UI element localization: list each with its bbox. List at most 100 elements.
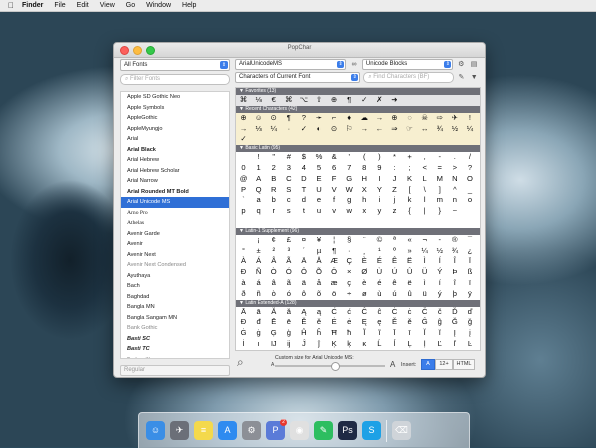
character-cell[interactable]: É xyxy=(372,256,387,267)
link-icon[interactable]: ∞ xyxy=(349,60,359,69)
character-cell[interactable]: ë xyxy=(402,278,417,289)
character-cell[interactable]: ` xyxy=(236,195,251,206)
font-list-item[interactable]: AppleMyungjo xyxy=(121,124,229,135)
character-cell[interactable]: Ķ xyxy=(327,339,342,350)
character-cell[interactable]: ☺ xyxy=(251,113,266,124)
character-cell[interactable]: ø xyxy=(357,289,372,300)
character-cell[interactable]: Q xyxy=(251,185,266,196)
font-list-item[interactable]: Bank Gothic xyxy=(121,323,229,334)
character-cell[interactable]: ➜ xyxy=(387,95,402,106)
font-list-item[interactable]: Basti TC xyxy=(121,344,229,355)
character-cell[interactable]: Ã xyxy=(281,256,296,267)
character-cell[interactable]: Ñ xyxy=(251,267,266,278)
font-list-item[interactable]: Arial Unicode MS xyxy=(121,197,229,208)
view-select[interactable]: Characters of Current Font ⇕ xyxy=(235,71,361,83)
font-list-item[interactable]: Baskerville xyxy=(121,355,229,359)
character-cell[interactable]: ĵ xyxy=(311,339,326,350)
character-cell[interactable]: İ xyxy=(236,339,251,350)
size-slider[interactable] xyxy=(275,362,385,371)
character-cell[interactable]: Î xyxy=(447,256,462,267)
character-cell[interactable]: w xyxy=(342,206,357,217)
character-cell[interactable]: Ĺ xyxy=(372,339,387,350)
character-cell[interactable]: ? xyxy=(296,113,311,124)
font-list-item[interactable]: Arial Black xyxy=(121,145,229,156)
character-cell[interactable]: L xyxy=(417,174,432,185)
character-cell[interactable]: Ă xyxy=(266,307,281,318)
menu-help[interactable]: Help xyxy=(182,2,196,9)
character-cell[interactable]: » xyxy=(402,246,417,257)
font-list-item[interactable]: Basti SC xyxy=(121,334,229,345)
character-cell[interactable]: ĸ xyxy=(357,339,372,350)
character-cell[interactable]: G xyxy=(342,174,357,185)
character-cell[interactable]: f xyxy=(327,195,342,206)
character-cell[interactable] xyxy=(251,134,266,145)
character-cell[interactable]: ÿ xyxy=(462,289,477,300)
character-cell[interactable]: y xyxy=(372,206,387,217)
character-cell[interactable]: ð xyxy=(236,289,251,300)
character-cell[interactable]: ī xyxy=(402,328,417,339)
menu-edit[interactable]: Edit xyxy=(77,2,89,9)
character-cell[interactable] xyxy=(402,95,417,106)
character-cell[interactable]: Ħ xyxy=(327,328,342,339)
character-cell[interactable]: & xyxy=(327,152,342,163)
character-cell[interactable]: € xyxy=(266,95,281,106)
font-list-item[interactable]: Arial Hebrew Scholar xyxy=(121,166,229,177)
character-cell[interactable] xyxy=(296,134,311,145)
character-cell[interactable]: Ý xyxy=(432,267,447,278)
character-cell[interactable]: X xyxy=(357,185,372,196)
character-cell[interactable]: · xyxy=(342,246,357,257)
character-cell[interactable]: S xyxy=(281,185,296,196)
character-cell[interactable]: c xyxy=(281,195,296,206)
font-list-item[interactable]: Avenir Garde xyxy=(121,229,229,240)
character-cell[interactable]: ĥ xyxy=(311,328,326,339)
section-header[interactable]: ▼ Recent Characters (42) xyxy=(236,105,480,113)
character-cell[interactable]: Ī xyxy=(387,328,402,339)
character-cell[interactable]: ¼ xyxy=(417,246,432,257)
character-cell[interactable]: į xyxy=(462,328,477,339)
character-cell[interactable]: / xyxy=(462,152,477,163)
character-cell[interactable]: → xyxy=(357,124,372,135)
character-cell[interactable]: ¡ xyxy=(251,235,266,246)
filter-icon[interactable]: ▼ xyxy=(469,73,479,82)
character-cell[interactable]: ☠ xyxy=(417,113,432,124)
character-cell[interactable]: Ĝ xyxy=(417,317,432,328)
character-cell[interactable]: ➛ xyxy=(311,113,326,124)
character-cell[interactable]: ° xyxy=(236,246,251,257)
character-cell[interactable]: i xyxy=(372,195,387,206)
character-cell[interactable]: ¦ xyxy=(327,235,342,246)
character-cell[interactable]: Æ xyxy=(327,256,342,267)
character-cell[interactable]: × xyxy=(342,267,357,278)
character-cell[interactable]: ⌘ xyxy=(236,95,251,106)
character-cell[interactable]: N xyxy=(447,174,462,185)
character-cell[interactable]: ò xyxy=(266,289,281,300)
character-cell[interactable]: j xyxy=(387,195,402,206)
character-cell[interactable]: ¯ xyxy=(462,235,477,246)
character-cell[interactable]: ³ xyxy=(281,246,296,257)
font-list-item[interactable]: Ayuthaya xyxy=(121,271,229,282)
character-cell[interactable]: õ xyxy=(311,289,326,300)
character-cell[interactable]: ¶ xyxy=(342,95,357,106)
font-list-item[interactable]: Bach xyxy=(121,281,229,292)
insert-code-button[interactable]: 12+ xyxy=(435,359,453,370)
character-cell[interactable]: Ï xyxy=(462,256,477,267)
character-cell[interactable]: ← xyxy=(372,124,387,135)
character-cell[interactable]: Ĕ xyxy=(296,317,311,328)
find-characters-input[interactable]: ⌕ Find Characters (BF) xyxy=(363,71,454,83)
character-cell[interactable]: ļ xyxy=(417,339,432,350)
character-cell[interactable]: 3 xyxy=(281,163,296,174)
character-cell[interactable]: ć xyxy=(342,307,357,318)
character-cell[interactable]: | xyxy=(417,206,432,217)
character-cell[interactable]: g xyxy=(342,195,357,206)
character-cell[interactable]: ē xyxy=(281,317,296,328)
character-cell[interactable]: k xyxy=(402,195,417,206)
ordering-select[interactable]: Unicode Blocks ⇕ xyxy=(361,58,454,70)
character-cell[interactable]: ⅛ xyxy=(251,95,266,106)
character-cell[interactable]: Č xyxy=(417,307,432,318)
character-cell[interactable]: t xyxy=(296,206,311,217)
character-cell[interactable] xyxy=(417,95,432,106)
character-cell[interactable]: 0 xyxy=(236,163,251,174)
character-cell[interactable]: ✓ xyxy=(296,124,311,135)
character-cell[interactable]: ⇒ xyxy=(387,124,402,135)
character-cell[interactable]: b xyxy=(266,195,281,206)
character-cell[interactable]: đ xyxy=(251,317,266,328)
